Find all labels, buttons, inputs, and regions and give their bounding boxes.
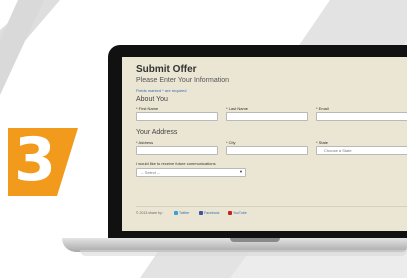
section-about-you: About You — [136, 96, 168, 103]
email-field[interactable] — [316, 112, 407, 121]
twitter-link[interactable]: Twitter — [179, 211, 189, 215]
laptop-shadow — [80, 250, 407, 256]
state-placeholder: Choose a State — [324, 148, 352, 153]
email-label: * Email — [316, 106, 329, 111]
youtube-link[interactable]: YouTube — [233, 211, 247, 215]
footer-divider — [136, 206, 407, 207]
address-label: * Address — [136, 140, 154, 145]
form-subtitle: Please Enter Your Information — [136, 77, 230, 84]
step-number: 3 — [14, 125, 56, 195]
facebook-link[interactable]: Facebook — [204, 211, 219, 215]
twitter-icon — [174, 211, 178, 215]
first-name-field[interactable] — [136, 112, 218, 121]
city-label: * City — [226, 140, 236, 145]
section-your-address: Your Address — [136, 129, 178, 136]
last-name-field[interactable] — [226, 112, 308, 121]
address-field[interactable] — [136, 146, 218, 155]
city-field[interactable] — [226, 146, 308, 155]
state-label: * State — [316, 140, 329, 145]
laptop-hinge-notch — [230, 238, 280, 242]
communications-selected: -- Select -- — [141, 170, 160, 175]
first-name-label: * First Name — [136, 106, 159, 111]
required-note: Fields marked * are required — [136, 88, 187, 93]
facebook-icon — [199, 211, 203, 215]
last-name-label: * Last Name — [226, 106, 249, 111]
communications-label: I would like to receive future communica… — [136, 161, 216, 166]
laptop-screen: Submit Offer Please Enter Your Informati… — [122, 57, 407, 231]
chevron-down-icon: ▼ — [239, 169, 243, 174]
footer-share-label: © 2013 share by: — [136, 211, 163, 215]
form-title: Submit Offer — [136, 64, 197, 75]
youtube-icon — [228, 211, 232, 215]
